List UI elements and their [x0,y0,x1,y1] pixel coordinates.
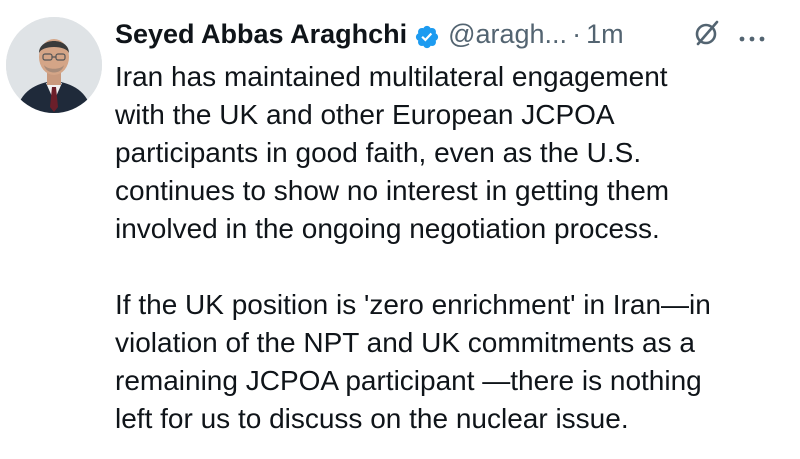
verified-badge-icon [414,21,440,49]
author-handle[interactable]: @aragh... [448,14,567,54]
author-name[interactable]: Seyed Abbas Araghchi [115,14,407,54]
tweet[interactable]: Seyed Abbas Araghchi @aragh... · 1m Iran… [0,0,800,459]
tweet-text: Iran has maintained multilateral engagem… [115,58,795,438]
more-options-icon[interactable] [738,30,766,42]
tweet-paragraph: Iran has maintained multilateral engagem… [115,61,670,244]
header-separator: · [572,19,582,49]
tweet-header: Seyed Abbas Araghchi @aragh... · 1m [115,14,624,54]
avatar[interactable] [6,17,102,113]
grok-icon[interactable] [693,19,721,47]
timestamp[interactable]: 1m [586,14,624,54]
avatar-image [6,17,102,113]
tweet-paragraph: If the UK position is 'zero enrichment' … [115,289,711,434]
